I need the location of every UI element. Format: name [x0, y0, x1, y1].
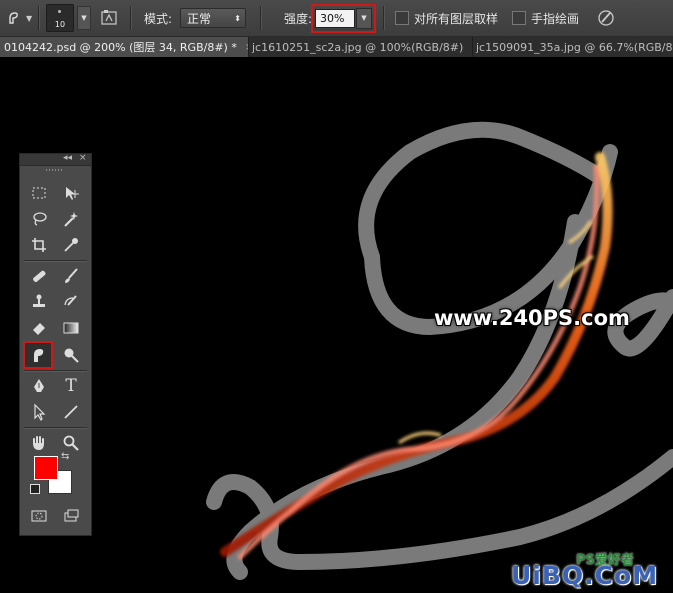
strength-label: 强度:	[284, 11, 313, 26]
collapse-icon[interactable]: ◂◂	[63, 153, 72, 163]
strength-highlight: 30% ▼	[311, 3, 376, 33]
move-icon	[66, 187, 79, 200]
gradient-tool[interactable]	[58, 316, 84, 340]
quick-mask-button[interactable]	[26, 504, 52, 528]
history-brush-tool[interactable]	[58, 290, 84, 314]
strength-input[interactable]: 30%	[315, 8, 355, 28]
gradient-icon	[63, 322, 79, 334]
screen-mode-button[interactable]	[58, 504, 84, 528]
divider	[260, 6, 262, 30]
close-icon[interactable]: ×	[79, 153, 87, 163]
tool-preset-picker[interactable]: ▼	[2, 0, 36, 36]
type-icon: T	[65, 376, 77, 396]
eyedropper-tool[interactable]	[58, 233, 84, 257]
document-tab[interactable]: jc1509091_35a.jpg @ 66.7%(RGB/8#)	[472, 37, 673, 57]
quick-mask-icon	[31, 510, 47, 522]
tab-label: jc1610251_sc2a.jpg @ 100%(RGB/8#)	[252, 40, 464, 54]
default-colors-icon[interactable]	[30, 484, 40, 494]
smudge-preset-icon	[2, 7, 24, 29]
clone-stamp-tool[interactable]	[26, 290, 52, 314]
tools-panel-header[interactable]: ◂◂ ×	[20, 153, 91, 166]
divider	[24, 370, 87, 372]
divider	[130, 6, 132, 30]
type-tool[interactable]: T	[58, 374, 84, 398]
mode-value: 正常	[187, 11, 212, 26]
finger-painting-label: 手指绘画	[531, 11, 580, 26]
bandage-icon	[33, 270, 46, 282]
brush-dot-icon	[58, 10, 61, 13]
divider	[383, 6, 385, 30]
tools-panel: ◂◂ × T ⇆	[19, 153, 92, 536]
brush-icon	[65, 268, 78, 283]
stamp-icon	[33, 294, 45, 307]
checkbox-box	[512, 11, 526, 25]
mode-label: 模式:	[144, 11, 173, 26]
options-bar: ▼ 10 ▼ 模式: 正常 ⬍ 强度: 30% ▼ 对所有图层取样 手指绘画	[0, 0, 673, 37]
magic-wand-icon	[64, 212, 78, 227]
eraser-icon	[33, 323, 45, 335]
marquee-icon	[32, 187, 46, 199]
smudge-tool[interactable]	[23, 341, 53, 369]
chevron-down-icon: ▼	[26, 13, 33, 23]
mode-select[interactable]: 正常 ⬍	[180, 0, 246, 36]
line-tool[interactable]	[58, 400, 84, 424]
divider	[24, 260, 87, 262]
sample-all-layers-label: 对所有图层取样	[414, 11, 499, 26]
eraser-tool[interactable]	[26, 316, 52, 340]
magic-wand-tool[interactable]	[58, 207, 84, 231]
watermark-text: www.240PS.com	[434, 306, 630, 330]
lasso-icon	[33, 212, 47, 226]
path-arrow-icon	[34, 403, 46, 421]
document-canvas[interactable]: www.240PS.com PS爱好者 UiBQ.CoM	[0, 57, 673, 593]
pen-icon	[34, 379, 44, 392]
divider	[38, 6, 40, 30]
brush-preview: 10	[46, 4, 74, 32]
document-tab-bar: 0104242.psd @ 200% (图层 34, RGB/8#) * × j…	[0, 37, 673, 57]
screen-mode-icon	[64, 509, 79, 522]
dodge-tool[interactable]	[58, 343, 84, 367]
tablet-pressure-icon	[598, 10, 614, 26]
tab-label: jc1509091_35a.jpg @ 66.7%(RGB/8#)	[476, 40, 673, 54]
lasso-tool[interactable]	[26, 207, 52, 231]
dodge-icon	[64, 348, 79, 363]
crop-tool[interactable]	[26, 233, 52, 257]
checkbox-box	[395, 11, 409, 25]
healing-brush-tool[interactable]	[26, 264, 52, 288]
fire-overlay	[220, 152, 613, 560]
eyedropper-icon	[64, 238, 78, 252]
move-tool[interactable]	[58, 181, 84, 205]
site-logo-text: UiBQ.CoM	[511, 561, 659, 590]
hand-tool[interactable]	[26, 431, 52, 455]
drag-grip[interactable]	[20, 166, 91, 174]
crop-icon	[32, 238, 46, 252]
brush-panel-icon	[101, 10, 117, 25]
brush-panel-button[interactable]	[100, 0, 118, 36]
chevron-down-icon[interactable]: ▼	[77, 6, 91, 30]
brush-preset-picker[interactable]: 10 ▼	[46, 0, 91, 36]
swap-colors-icon[interactable]: ⇆	[61, 451, 69, 462]
history-brush-icon	[64, 295, 77, 306]
path-selection-tool[interactable]	[26, 400, 52, 424]
document-tab[interactable]: jc1610251_sc2a.jpg @ 100%(RGB/8#) ×	[248, 37, 473, 57]
strength-slider-button[interactable]: ▼	[356, 7, 372, 29]
smudge-icon	[34, 349, 44, 362]
marquee-tool[interactable]	[26, 181, 52, 205]
brush-tool[interactable]	[58, 264, 84, 288]
sample-all-layers-checkbox[interactable]: 对所有图层取样	[395, 0, 498, 36]
divider	[24, 427, 87, 429]
pressure-button[interactable]	[596, 0, 616, 36]
magnifier-icon	[63, 435, 79, 451]
tab-label: 0104242.psd @ 200% (图层 34, RGB/8#) *	[4, 41, 237, 54]
brush-size-label: 10	[54, 20, 66, 29]
letter-stroke	[226, 214, 583, 580]
finger-painting-checkbox[interactable]: 手指绘画	[512, 0, 579, 36]
strength-control: 30% ▼	[311, 0, 376, 36]
updown-arrows-icon: ⬍	[234, 13, 241, 23]
document-tab[interactable]: 0104242.psd @ 200% (图层 34, RGB/8#) * ×	[0, 37, 249, 57]
hand-icon	[33, 436, 44, 450]
foreground-color-swatch[interactable]	[34, 456, 58, 480]
line-icon	[64, 405, 78, 419]
pen-tool[interactable]	[26, 374, 52, 398]
